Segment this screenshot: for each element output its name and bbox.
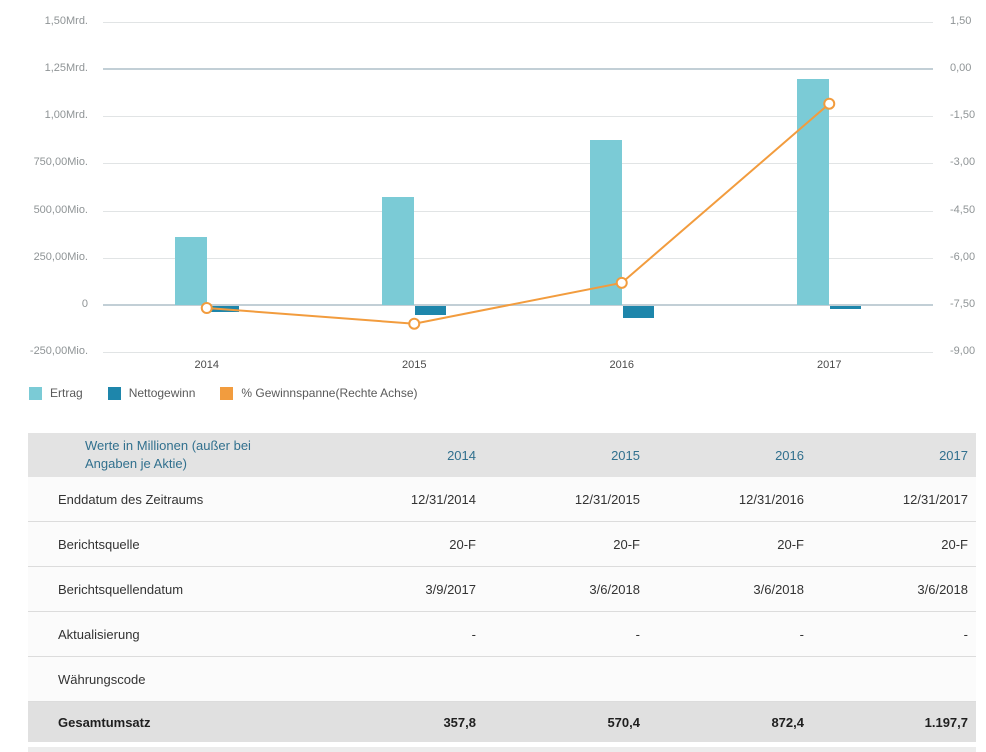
financial-summary-widget: 1,50Mrd. 1,50 1,25Mrd. 0,00 1,00Mrd. -1,50 750…	[0, 0, 986, 752]
row-label: Währungscode	[28, 672, 320, 687]
legend-label: % Gewinnspanne(Rechte Achse)	[241, 386, 417, 400]
row-value: 12/31/2016	[648, 492, 812, 507]
row-value: 3/9/2017	[320, 582, 484, 597]
financials-table: Werte in Millionen (außer bei Angaben je…	[28, 433, 976, 752]
total-row-value: 1.197,7	[812, 715, 976, 730]
table-row: Berichtsquellendatum3/9/20173/6/20183/6/…	[28, 567, 976, 612]
bar-nettogewinn[interactable]	[623, 306, 654, 318]
row-label: Enddatum des Zeitraums	[28, 492, 320, 507]
row-value: 20-F	[812, 537, 976, 552]
legend-label: Ertrag	[50, 386, 83, 400]
table-row: Aktualisierung----	[28, 612, 976, 657]
row-value: -	[812, 627, 976, 642]
row-value: 3/6/2018	[648, 582, 812, 597]
row-value: 20-F	[320, 537, 484, 552]
bar-ertrag[interactable]	[797, 79, 829, 305]
bar-ertrag[interactable]	[590, 140, 622, 305]
legend-label: Nettogewinn	[129, 386, 196, 400]
table-row: Berichtsquelle20-F20-F20-F20-F	[28, 522, 976, 567]
margin-marker[interactable]	[409, 319, 419, 329]
left-axis-tick-label: 1,50Mrd.	[0, 15, 88, 27]
legend-item-0[interactable]: Ertrag	[29, 386, 83, 400]
legend-swatch-bar	[108, 387, 121, 400]
right-axis-tick-label: -3,00	[950, 156, 975, 168]
legend-swatch-line	[220, 387, 233, 400]
x-axis-category-label: 2016	[587, 359, 657, 371]
left-axis-tick-label: 500,00Mio.	[0, 204, 88, 216]
row-label: Aktualisierung	[28, 627, 320, 642]
row-value: 20-F	[648, 537, 812, 552]
table-total-row: Gesamtumsatz357,8570,4872,41.197,7	[28, 702, 976, 742]
left-axis-tick-label: 0	[0, 298, 88, 310]
row-value: 3/6/2018	[812, 582, 976, 597]
gridline[interactable]	[103, 352, 933, 353]
left-axis-tick-label: 1,00Mrd.	[0, 109, 88, 121]
row-value: -	[484, 627, 648, 642]
legend-swatch-bar	[29, 387, 42, 400]
gridline[interactable]	[103, 68, 933, 70]
chart-legend: Ertrag Nettogewinn % Gewinnspanne(Rechte A…	[29, 386, 418, 400]
row-value: 3/6/2018	[484, 582, 648, 597]
financials-chart: 1,50Mrd. 1,50 1,25Mrd. 0,00 1,00Mrd. -1,50 750…	[0, 0, 986, 380]
right-axis-tick-label: 1,50	[950, 15, 971, 27]
right-axis-tick-label: -1,50	[950, 109, 975, 121]
row-value: 20-F	[484, 537, 648, 552]
bar-nettogewinn[interactable]	[415, 306, 446, 315]
margin-line	[207, 104, 830, 324]
x-axis-category-label: 2017	[794, 359, 864, 371]
table-header-year: 2014	[320, 448, 484, 463]
right-axis-tick-label: -9,00	[950, 345, 975, 357]
right-axis-tick-label: -4,50	[950, 204, 975, 216]
row-label: Berichtsquelle	[28, 537, 320, 552]
bar-nettogewinn[interactable]	[830, 306, 861, 309]
table-header-label: Werte in Millionen (außer bei Angaben je…	[28, 437, 320, 473]
legend-item-1[interactable]: Nettogewinn	[108, 386, 196, 400]
gridline[interactable]	[103, 22, 933, 23]
right-axis-tick-label: -7,50	[950, 298, 975, 310]
table-row: Enddatum des Zeitraums12/31/201412/31/20…	[28, 477, 976, 522]
row-value: 12/31/2014	[320, 492, 484, 507]
x-axis-category-label: 2014	[172, 359, 242, 371]
bar-ertrag[interactable]	[382, 197, 414, 305]
table-header-year: 2016	[648, 448, 812, 463]
total-row-value: 357,8	[320, 715, 484, 730]
left-axis-tick-label: 250,00Mio.	[0, 251, 88, 263]
legend-item-2[interactable]: % Gewinnspanne(Rechte Achse)	[220, 386, 417, 400]
table-row: Währungscode	[28, 657, 976, 702]
right-axis-tick-label: 0,00	[950, 62, 971, 74]
left-axis-tick-label: -250,00Mio.	[0, 345, 88, 357]
x-axis-category-label: 2015	[379, 359, 449, 371]
left-axis-tick-label: 1,25Mrd.	[0, 62, 88, 74]
total-row-value: 872,4	[648, 715, 812, 730]
table-header-year: 2017	[812, 448, 976, 463]
row-value: 12/31/2017	[812, 492, 976, 507]
table-header-year: 2015	[484, 448, 648, 463]
bar-ertrag[interactable]	[175, 237, 207, 304]
table-header-row: Werte in Millionen (außer bei Angaben je…	[28, 433, 976, 477]
row-value: -	[320, 627, 484, 642]
row-value: -	[648, 627, 812, 642]
row-value: 12/31/2015	[484, 492, 648, 507]
bar-nettogewinn[interactable]	[208, 306, 239, 313]
next-row-partial	[28, 747, 976, 752]
right-axis-tick-label: -6,00	[950, 251, 975, 263]
row-label: Berichtsquellendatum	[28, 582, 320, 597]
total-row-value: 570,4	[484, 715, 648, 730]
left-axis-tick-label: 750,00Mio.	[0, 156, 88, 168]
total-row-label: Gesamtumsatz	[28, 715, 320, 730]
margin-line-layer	[0, 0, 986, 380]
